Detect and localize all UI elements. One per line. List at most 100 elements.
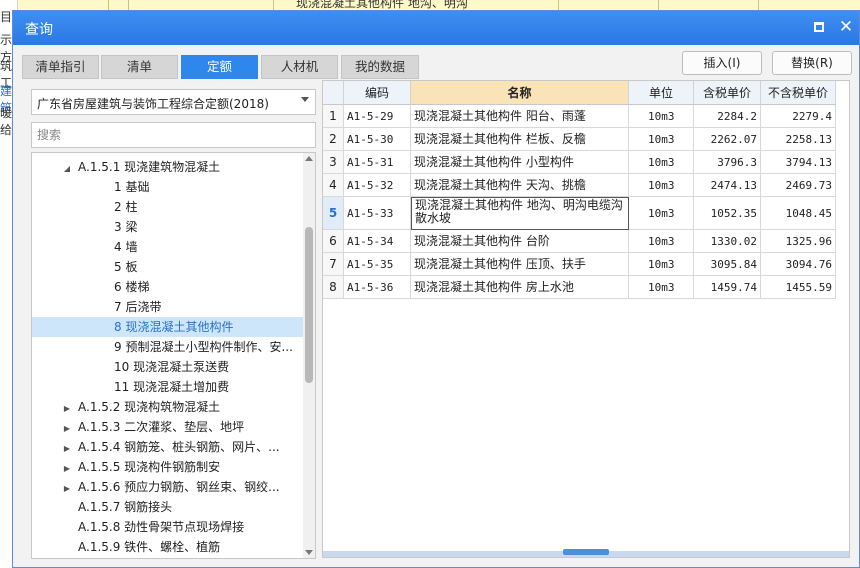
cell-unit[interactable]: 10m3 [629,128,694,151]
collapsed-arrow-icon[interactable]: ▶ [62,479,72,497]
cell-unit[interactable]: 10m3 [629,230,694,253]
cell-code[interactable]: A1-5-31 [344,151,411,174]
cell-code[interactable]: A1-5-33 [344,197,411,230]
tab-bill-guide[interactable]: 清单指引 [22,55,99,79]
cell-no[interactable]: 1 [323,105,344,128]
table-row[interactable]: 5 A1-5-33 现浇混凝土其他构件 地沟、明沟电缆沟散水坡 10m3 1052.35… [323,197,836,230]
tree-item[interactable]: A.1.5.9 铁件、螺栓、植筋 [32,537,304,557]
search-input[interactable] [31,122,316,148]
cell-no[interactable]: 6 [323,230,344,253]
insert-button[interactable]: 插入(I) [682,51,762,75]
tree-item[interactable]: ▶ A.1.5.3 二次灌浆、垫层、地坪 [32,417,304,437]
cell-unit[interactable]: 10m3 [629,174,694,197]
cell-tax-price[interactable]: 2474.13 [694,174,761,197]
cell-tax-price[interactable]: 2284.2 [694,105,761,128]
tab-my-data[interactable]: 我的数据 [341,55,419,79]
cell-no[interactable]: 7 [323,253,344,276]
cell-code[interactable]: A1-5-30 [344,128,411,151]
cell-name[interactable]: 现浇混凝土其他构件 天沟、挑檐 [411,174,629,197]
cell-name[interactable]: 现浇混凝土其他构件 台阶 [411,230,629,253]
cell-name[interactable]: 现浇混凝土其他构件 小型构件 [411,151,629,174]
tree-item[interactable]: 6 楼梯 [32,277,304,297]
cell-tax-price[interactable]: 3095.84 [694,253,761,276]
collapsed-arrow-icon[interactable]: ▶ [62,439,72,457]
tree-scrollbar[interactable] [303,153,315,558]
tree-item[interactable]: ▶ A.1.5.2 现浇构筑物混凝土 [32,397,304,417]
tree-item[interactable]: A.1.5.7 钢筋接头 [32,497,304,517]
cell-notax-price[interactable]: 2469.73 [761,174,836,197]
tree-item[interactable]: 5 板 [32,257,304,277]
cell-code[interactable]: A1-5-32 [344,174,411,197]
tree-item[interactable]: 9 预制混凝土小型构件制作、安... [32,337,304,357]
tab-quota[interactable]: 定额 [181,55,258,79]
tree-item[interactable]: 11 现浇混凝土增加费 [32,377,304,397]
cell-tax-price[interactable]: 3796.3 [694,151,761,174]
tree-item[interactable]: 8 现浇混凝土其他构件 [32,317,304,337]
column-header[interactable]: 单位 [629,81,694,105]
replace-button[interactable]: 替换(R) [772,51,852,75]
collapsed-arrow-icon[interactable]: ▶ [62,459,72,477]
tree-item[interactable]: 1 基础 [32,177,304,197]
cell-code[interactable]: A1-5-36 [344,276,411,299]
tree-item[interactable]: ◢ A.1.5.1 现浇建筑物混凝土 [32,157,304,177]
cell-notax-price[interactable]: 1048.45 [761,197,836,230]
column-header[interactable]: 不含税单价 [761,81,836,105]
cell-unit[interactable]: 10m3 [629,105,694,128]
tree-item[interactable]: ▶A.1.6 木结构工程 建筑物外里架 [32,557,304,558]
dialog-titlebar[interactable]: 查询 ✕ [13,11,859,45]
cell-tax-price[interactable]: 1459.74 [694,276,761,299]
table-row[interactable]: 3 A1-5-31 现浇混凝土其他构件 小型构件 10m3 3796.3 3794.13 [323,151,836,174]
table-row[interactable]: 2 A1-5-30 现浇混凝土其他构件 栏板、反檐 10m3 2262.07 2258.1… [323,128,836,151]
tab-labor-material[interactable]: 人材机 [261,55,338,79]
maximize-icon[interactable] [813,21,827,35]
tree-item[interactable]: 3 梁 [32,217,304,237]
cell-no[interactable]: 3 [323,151,344,174]
cell-tax-price[interactable]: 2262.07 [694,128,761,151]
cell-notax-price[interactable]: 2279.4 [761,105,836,128]
cell-no[interactable]: 4 [323,174,344,197]
tree-scroll-thumb[interactable] [305,227,313,383]
column-header[interactable]: 含税单价 [694,81,761,105]
table-row[interactable]: 7 A1-5-35 现浇混凝土其他构件 压顶、扶手 10m3 3095.84 3094.7… [323,253,836,276]
cell-name[interactable]: 现浇混凝土其他构件 栏板、反檐 [411,128,629,151]
table-hscrollbar[interactable] [323,549,849,557]
cell-name[interactable]: 现浇混凝土其他构件 压顶、扶手 [411,253,629,276]
table-row[interactable]: 8 A1-5-36 现浇混凝土其他构件 房上水池 10m3 1459.74 1455.59 [323,276,836,299]
cell-notax-price[interactable]: 1455.59 [761,276,836,299]
cell-code[interactable]: A1-5-35 [344,253,411,276]
tree-item[interactable]: ▶ A.1.5.5 现浇构件钢筋制安 [32,457,304,477]
cell-name[interactable]: 现浇混凝土其他构件 阳台、雨蓬 [411,105,629,128]
cell-no[interactable]: 8 [323,276,344,299]
scroll-up-icon[interactable] [305,156,313,161]
collapsed-arrow-icon[interactable]: ▶ [62,399,72,417]
tab-bill[interactable]: 清单 [101,55,178,79]
cell-notax-price[interactable]: 3794.13 [761,151,836,174]
tree-item[interactable]: ▶ A.1.5.6 预应力钢筋、钢丝束、钢绞... [32,477,304,497]
cell-notax-price[interactable]: 2258.13 [761,128,836,151]
cell-unit[interactable]: 10m3 [629,197,694,230]
tree-item[interactable]: 7 后浇带 [32,297,304,317]
tree-item[interactable]: A.1.5.8 劲性骨架节点现场焊接 [32,517,304,537]
cell-notax-price[interactable]: 1325.96 [761,230,836,253]
cell-unit[interactable]: 10m3 [629,151,694,174]
cell-no[interactable]: 5 [323,197,344,230]
quota-library-select[interactable]: 广东省房屋建筑与装饰工程综合定额(2018) [31,89,316,115]
cell-name[interactable]: 现浇混凝土其他构件 地沟、明沟电缆沟散水坡 [411,197,629,230]
column-header[interactable]: 名称 [411,81,629,105]
column-header[interactable] [323,81,344,105]
tree-item[interactable]: ▶ A.1.5.4 钢筋笼、桩头钢筋、网片、... [32,437,304,457]
close-icon[interactable]: ✕ [837,17,855,37]
cell-unit[interactable]: 10m3 [629,253,694,276]
tree-item[interactable]: 10 现浇混凝土泵送费 [32,357,304,377]
column-header[interactable]: 编码 [344,81,411,105]
table-row[interactable]: 6 A1-5-34 现浇混凝土其他构件 台阶 10m3 1330.02 1325.96 [323,230,836,253]
tree-item[interactable]: 4 墙 [32,237,304,257]
cell-name[interactable]: 现浇混凝土其他构件 房上水池 [411,276,629,299]
table-hscroll-grip[interactable] [563,549,609,555]
scroll-down-icon[interactable] [305,550,313,555]
cell-tax-price[interactable]: 1330.02 [694,230,761,253]
table-row[interactable]: 4 A1-5-32 现浇混凝土其他构件 天沟、挑檐 10m3 2474.13 2469.7… [323,174,836,197]
tree-item[interactable]: 2 柱 [32,197,304,217]
collapsed-arrow-icon[interactable]: ▶ [62,419,72,437]
cell-no[interactable]: 2 [323,128,344,151]
